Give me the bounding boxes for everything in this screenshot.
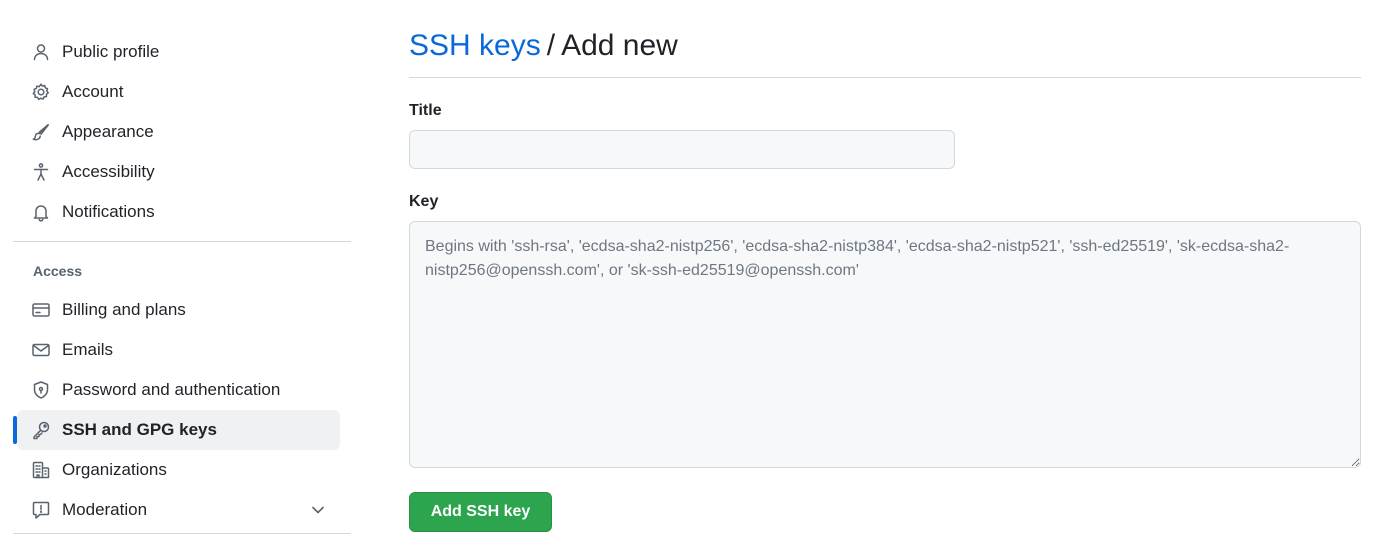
key-icon (31, 420, 51, 440)
sidebar-item-ssh-gpg-keys[interactable]: SSH and GPG keys (13, 410, 340, 450)
organization-icon (31, 460, 51, 480)
page-header: SSH keys / Add new (409, 24, 1361, 78)
sidebar-item-appearance[interactable]: Appearance (17, 112, 340, 152)
bell-icon (31, 202, 51, 222)
sidebar-item-label: Emails (62, 340, 114, 359)
sidebar-item-moderation[interactable]: Moderation (17, 490, 340, 530)
sidebar-item-label: Public profile (62, 42, 160, 61)
add-ssh-key-button[interactable]: Add SSH key (409, 492, 552, 532)
title-input[interactable] (409, 130, 955, 169)
sidebar-divider (13, 241, 351, 242)
sidebar-section-access: Access (33, 263, 83, 279)
settings-sidebar: Public profile Account Appearance Access… (13, 32, 351, 530)
breadcrumb-separator: / (546, 29, 556, 62)
title-label: Title (409, 102, 442, 119)
sidebar-item-organizations[interactable]: Organizations (17, 450, 340, 490)
sidebar-item-label: Billing and plans (62, 300, 186, 319)
sidebar-item-label: SSH and GPG keys (62, 420, 217, 439)
key-label: Key (409, 193, 439, 210)
chevron-down-icon[interactable] (308, 500, 328, 520)
sidebar-item-label: Password and authentication (62, 380, 281, 399)
report-icon (31, 500, 51, 520)
sidebar-item-password-authentication[interactable]: Password and authentication (17, 370, 340, 410)
sidebar-item-emails[interactable]: Emails (17, 330, 340, 370)
sidebar-item-label: Notifications (62, 202, 155, 221)
page-title: Add new (561, 29, 678, 62)
key-textarea[interactable] (409, 221, 1361, 468)
main-content: SSH keys/Add new Title Key Add SSH key (409, 24, 1361, 532)
sidebar-item-label: Organizations (62, 460, 167, 479)
sidebar-bottom-divider (13, 533, 351, 534)
person-icon (31, 42, 51, 62)
sidebar-item-public-profile[interactable]: Public profile (17, 32, 340, 72)
sidebar-item-label: Moderation (62, 500, 148, 519)
sidebar-item-billing[interactable]: Billing and plans (17, 290, 340, 330)
credit-card-icon (31, 300, 51, 320)
breadcrumb-ssh-keys-link[interactable]: SSH keys (409, 29, 541, 62)
sidebar-item-notifications[interactable]: Notifications (17, 192, 340, 232)
sidebar-item-accessibility[interactable]: Accessibility (17, 152, 340, 192)
sidebar-item-label: Appearance (62, 122, 154, 141)
shield-icon (31, 380, 51, 400)
paintbrush-icon (31, 122, 51, 142)
mail-icon (31, 340, 51, 360)
sidebar-item-label: Accessibility (62, 162, 155, 181)
sidebar-item-label: Account (62, 82, 124, 101)
sidebar-item-account[interactable]: Account (17, 72, 340, 112)
gear-icon (31, 82, 51, 102)
accessibility-icon (31, 162, 51, 182)
